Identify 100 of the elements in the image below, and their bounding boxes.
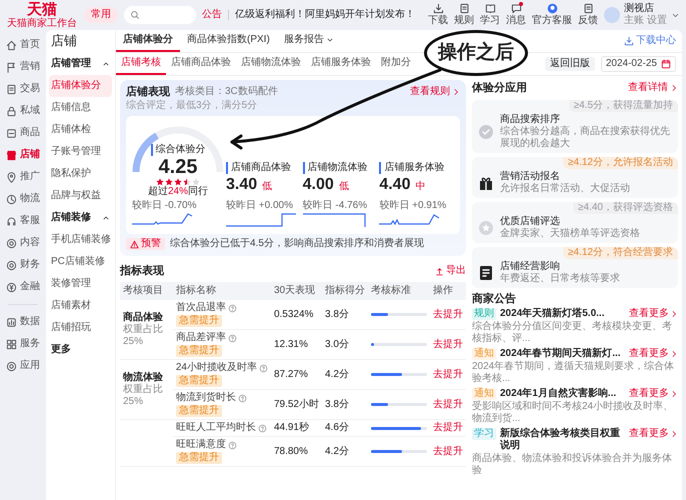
date-picker[interactable]: 2024-02-25 (600, 56, 676, 72)
notice-title[interactable]: 2024年1月自然灾害影响... (500, 388, 625, 400)
more-link[interactable]: 查看更多 (629, 348, 678, 360)
sidebar-item[interactable]: 店铺招玩 (49, 317, 112, 339)
sidebar-group[interactable]: 店铺装修 (49, 207, 112, 229)
nav-item[interactable]: 物流 (0, 188, 46, 210)
shortcut-button[interactable]: 学习 (480, 3, 500, 27)
sidebar-item[interactable]: 子账号管理 (49, 141, 112, 163)
improve-link[interactable]: 去提升 (433, 446, 463, 458)
nav-item[interactable]: 营销 (0, 56, 46, 78)
group-weight: 权重占比25% (123, 324, 164, 348)
search-field[interactable] (124, 6, 196, 24)
document-icon (6, 84, 17, 94)
metric-label: 店铺服务体验 (379, 162, 454, 174)
document-icon (478, 265, 494, 281)
table-cell: 3.8分 (322, 300, 368, 330)
more-link[interactable]: 查看更多 (629, 388, 678, 400)
sub-tab[interactable]: 店铺考核 (116, 53, 166, 75)
lock-icon (6, 106, 17, 116)
sub-tab[interactable]: 附加分 (376, 53, 416, 75)
app-card[interactable]: ≥4.5分，获得流量加持 商品搜索排序 综合体验分越高，商品在搜索获得优先展现的机会越大 (472, 100, 678, 153)
nav-item[interactable]: 首页 (0, 34, 46, 56)
table-cell: 3.8分 (322, 390, 368, 420)
nav-item[interactable]: 数据 (0, 311, 46, 333)
sidebar-item[interactable]: 店铺体验分 (49, 75, 112, 97)
table-cell: 3.0分 (322, 330, 368, 360)
chart-icon (6, 316, 17, 328)
sidebar-item[interactable]: PC店铺装修 (49, 251, 112, 273)
notice-label: 公告 (202, 9, 222, 21)
sidebar-item[interactable]: 店铺信息 (49, 97, 112, 119)
more-link[interactable]: 查看更多 (629, 428, 678, 440)
sidebar-group[interactable]: 店铺管理 (49, 53, 112, 75)
table-cell: 4.2分 (322, 436, 368, 466)
group-weight: 权重占比25% (123, 384, 164, 408)
nav-item[interactable]: 商品 (0, 122, 46, 144)
notice-tag: 规则 (472, 308, 496, 320)
improve-link[interactable]: 去提升 (433, 308, 463, 320)
pinned-button[interactable]: 常用 (84, 7, 118, 23)
sub-tab[interactable]: 店铺物流体验 (236, 53, 306, 75)
app-card[interactable]: ≥4.12分，允许报名活动 营销活动报名 允许报名日常活动、大促活动 (472, 157, 678, 198)
tab[interactable]: 服务报告 (276, 30, 341, 52)
shortcut-button[interactable]: 下载 (428, 3, 448, 27)
rank-text: 超过24%同行 (148, 186, 208, 198)
sidebar-item[interactable]: 品牌与权益 (49, 185, 112, 207)
nav-item[interactable]: 金融 (0, 276, 46, 298)
chevron-icon (670, 84, 678, 92)
user-name: 测视店 (624, 3, 655, 14)
nav-item[interactable]: 客服 (0, 210, 46, 232)
old-version-button[interactable]: 返回旧版 (544, 57, 595, 71)
download-center-link[interactable]: 下载中心 (624, 30, 676, 52)
shortcut-button[interactable]: 官方客服 (532, 3, 572, 27)
notice-summary: 受影响区域和时间不考核24小时揽收及时率、物流到货... (472, 401, 674, 425)
nav-item[interactable]: 内容 (0, 232, 46, 254)
sidebar-item[interactable]: 隐私保护 (49, 163, 112, 185)
shortcut-button[interactable]: 反馈 (578, 3, 598, 27)
grade-label: 低 (338, 181, 349, 193)
export-button[interactable]: 导出 (435, 265, 466, 277)
app-card[interactable]: ≥4.40，获得评选资格 优质店铺评选 金牌卖家、天猫榜单等评选资格 (472, 202, 678, 243)
app-card[interactable]: ≥4.12分，符合经营要求 店铺经营影响 年费返还、日常考核等要求 (472, 247, 678, 288)
chevron-icon (452, 88, 460, 96)
nav-item[interactable]: 私域 (0, 100, 46, 122)
status-tag: 急需提升 (176, 405, 222, 417)
card-description: 年费返还、日常考核等要求 (500, 273, 620, 285)
nav-item[interactable]: 应用 (0, 355, 46, 377)
nav-item[interactable]: 推广 (0, 166, 46, 188)
notice-title[interactable]: 新版综合体验考核类目权重说明 (500, 428, 625, 452)
sidebar-item[interactable]: 店铺素材 (49, 295, 112, 317)
shortcut-button[interactable]: 消息 (506, 3, 526, 27)
details-link[interactable]: 查看详情 (628, 82, 678, 94)
tab[interactable]: 店铺体验分 (116, 30, 180, 52)
improve-link[interactable]: 去提升 (433, 368, 463, 380)
caret-icon (102, 214, 110, 222)
table-cell: 4.6分 (322, 420, 368, 436)
warning-text: 综合体验分已低于4.5分，影响商品搜索排序和消费者展现 (170, 238, 424, 250)
improve-link[interactable]: 去提升 (433, 422, 463, 434)
notice-summary: 2024年春节期间，遵循天猫规则要求，综合体验考核... (472, 361, 676, 385)
notice-title[interactable]: 2024年天猫新灯塔5.0... (500, 308, 625, 320)
metric-name: 商品差评率 (176, 332, 226, 344)
nav-item[interactable]: 服务 (0, 333, 46, 355)
rules-link[interactable]: 查看规则 (410, 86, 460, 98)
shortcut-button[interactable]: 规则 (454, 3, 474, 27)
tab[interactable]: 商品体验指数(PXI) (180, 30, 277, 52)
nav-item[interactable]: 财务 (0, 254, 46, 276)
section-title: 指标表现 (120, 265, 164, 277)
nav-item[interactable]: 交易 (0, 78, 46, 100)
sub-tab[interactable]: 店铺商品体验 (166, 53, 236, 75)
improve-link[interactable]: 去提升 (433, 398, 463, 410)
nav-item[interactable]: 店铺 (0, 144, 46, 166)
metric-name: 旺旺满意度 (176, 439, 226, 451)
notice-text[interactable]: 亿级返利福利！阿里妈妈开年计划发布！ (235, 9, 415, 21)
sidebar-item[interactable]: 手机店铺装修 (49, 229, 112, 251)
more-item[interactable]: 更多 (49, 339, 73, 361)
sidebar-item[interactable]: 装修管理 (49, 273, 112, 295)
notice-title[interactable]: 2024年春节期间天猫新灯... (500, 348, 625, 360)
sub-tab[interactable]: 店铺服务体验 (306, 53, 376, 75)
sidebar-item[interactable]: 店铺体检 (49, 119, 112, 141)
improve-link[interactable]: 去提升 (433, 338, 463, 350)
more-link[interactable]: 查看更多 (629, 308, 678, 320)
caret-icon (326, 36, 334, 44)
table-cell: 87.27% (270, 360, 322, 390)
